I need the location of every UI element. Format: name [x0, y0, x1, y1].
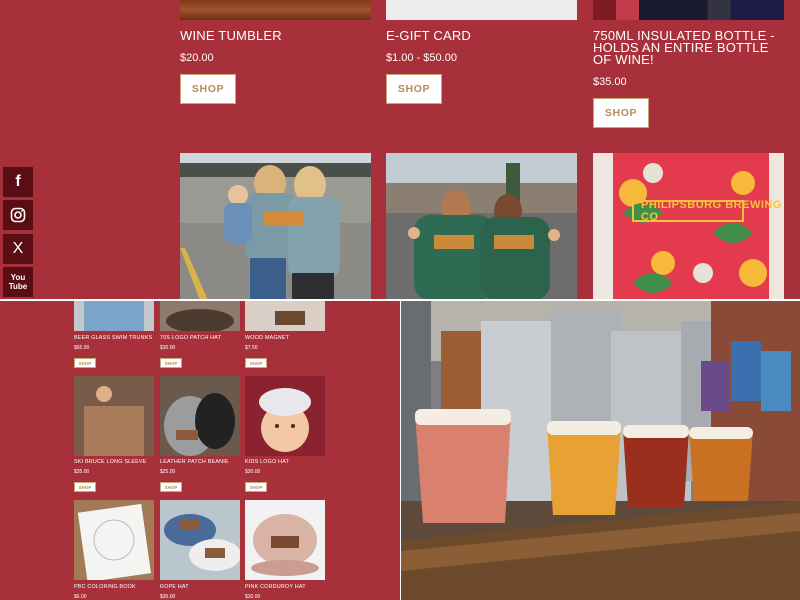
- lifestyle-photo-hawaiian-shirt[interactable]: PHILIPSBURG BREWING CO: [593, 153, 784, 300]
- shop-button[interactable]: SHOP: [74, 482, 96, 492]
- shop-button[interactable]: SHOP: [386, 74, 442, 104]
- product-grid-mini: BEER GLASS SWIM TRUNKS $65.00 SHOP 70S L…: [0, 301, 400, 600]
- kids-hat-graphic: [245, 376, 325, 456]
- product-name[interactable]: ROPE HAT: [160, 584, 189, 590]
- coloring-book-image[interactable]: [74, 500, 154, 580]
- swim-trunks-graphic: [74, 301, 154, 331]
- pink-hat-graphic: [245, 500, 325, 580]
- patch-hat-image[interactable]: [160, 301, 240, 331]
- hoodies-photo-graphic: [386, 153, 577, 300]
- rope-hat-image[interactable]: [160, 500, 240, 580]
- kids-hat-image[interactable]: [245, 376, 325, 456]
- shop-button[interactable]: SHOP: [74, 358, 96, 368]
- rope-hats-graphic: [160, 500, 240, 580]
- shop-button[interactable]: SHOP: [593, 98, 649, 128]
- instagram-button[interactable]: [3, 200, 33, 230]
- product-card-insulated-bottle[interactable]: 750ML INSULATED BOTTLE - HOLDS AN ENTIRE…: [593, 0, 785, 128]
- product-price: $30.00: [245, 469, 261, 475]
- product-title[interactable]: E-GIFT CARD: [386, 29, 578, 42]
- x-icon: X: [12, 240, 24, 257]
- hawaiian-shirt-graphic: [593, 153, 784, 300]
- youtube-icon: You Tube: [8, 273, 28, 291]
- patch-hat-graphic: [160, 301, 240, 331]
- bottle-image[interactable]: [593, 0, 784, 20]
- lifestyle-photo-hoodies[interactable]: [386, 153, 577, 300]
- swim-trunks-image[interactable]: [74, 301, 154, 331]
- wood-magnet-image[interactable]: [245, 301, 325, 331]
- beanie-graphic: [160, 376, 240, 456]
- shop-button[interactable]: SHOP: [160, 482, 182, 492]
- product-card-wine-tumbler[interactable]: WINE TUMBLER $20.00 SHOP: [180, 0, 372, 104]
- product-name[interactable]: LEATHER PATCH BEANIE: [160, 459, 229, 465]
- page: WINE TUMBLER $20.00 SHOP E-GIFT CARD $1.…: [0, 0, 800, 600]
- shop-button[interactable]: SHOP: [245, 482, 267, 492]
- product-name[interactable]: PINK CORDUROY HAT: [245, 584, 306, 590]
- product-price: $30.00: [245, 594, 261, 600]
- product-name[interactable]: PBC COLORING BOOK: [74, 584, 136, 590]
- facebook-icon: f: [15, 173, 21, 190]
- product-price: $20.00: [180, 52, 214, 64]
- product-name[interactable]: SKI BRUCE LONG SLEEVE: [74, 459, 147, 465]
- product-title[interactable]: WINE TUMBLER: [180, 29, 372, 42]
- family-photo-graphic: [180, 153, 371, 300]
- shirt-logo-text: PHILIPSBURG BREWING CO: [641, 199, 782, 223]
- beer-flight-photo: [401, 301, 800, 600]
- product-name[interactable]: WOOD MAGNET: [245, 335, 289, 341]
- product-price: $35.00: [593, 76, 627, 88]
- product-grid-top: WINE TUMBLER $20.00 SHOP E-GIFT CARD $1.…: [0, 0, 800, 300]
- shop-button[interactable]: SHOP: [160, 358, 182, 368]
- beanie-image[interactable]: [160, 376, 240, 456]
- product-price: $35.00: [74, 469, 90, 475]
- product-price: $65.00: [74, 345, 90, 351]
- gift-card-image[interactable]: [386, 0, 577, 20]
- product-price: $6.00: [74, 594, 87, 600]
- product-card-e-gift-card[interactable]: E-GIFT CARD $1.00 - $50.00 SHOP: [386, 0, 578, 104]
- product-name[interactable]: 70S LOGO PATCH HAT: [160, 335, 221, 341]
- product-price: $7.50: [245, 345, 258, 351]
- product-name[interactable]: BEER GLASS SWIM TRUNKS: [74, 335, 152, 341]
- instagram-icon: [10, 207, 26, 223]
- shop-button[interactable]: SHOP: [180, 74, 236, 104]
- wood-magnet-graphic: [245, 301, 325, 331]
- product-price: $1.00 - $50.00: [386, 52, 457, 64]
- facebook-button[interactable]: f: [3, 167, 33, 197]
- lifestyle-photo-family[interactable]: [180, 153, 371, 300]
- long-sleeve-image[interactable]: [74, 376, 154, 456]
- brewery-photo-graphic: [74, 376, 154, 456]
- shop-button[interactable]: SHOP: [245, 358, 267, 368]
- beer-flight-graphic: [401, 301, 800, 600]
- product-price: $30.00: [160, 345, 176, 351]
- wine-tumbler-image[interactable]: [180, 0, 371, 20]
- product-title[interactable]: 750ML INSULATED BOTTLE - HOLDS AN ENTIRE…: [593, 29, 785, 66]
- youtube-button[interactable]: You Tube: [3, 267, 33, 297]
- product-price: $30.00: [160, 594, 176, 600]
- coloring-book-graphic: [74, 500, 154, 580]
- product-price: $25.00: [160, 469, 176, 475]
- x-button[interactable]: X: [3, 234, 33, 264]
- pink-corduroy-hat-image[interactable]: [245, 500, 325, 580]
- product-name[interactable]: KIDS LOGO HAT: [245, 459, 289, 465]
